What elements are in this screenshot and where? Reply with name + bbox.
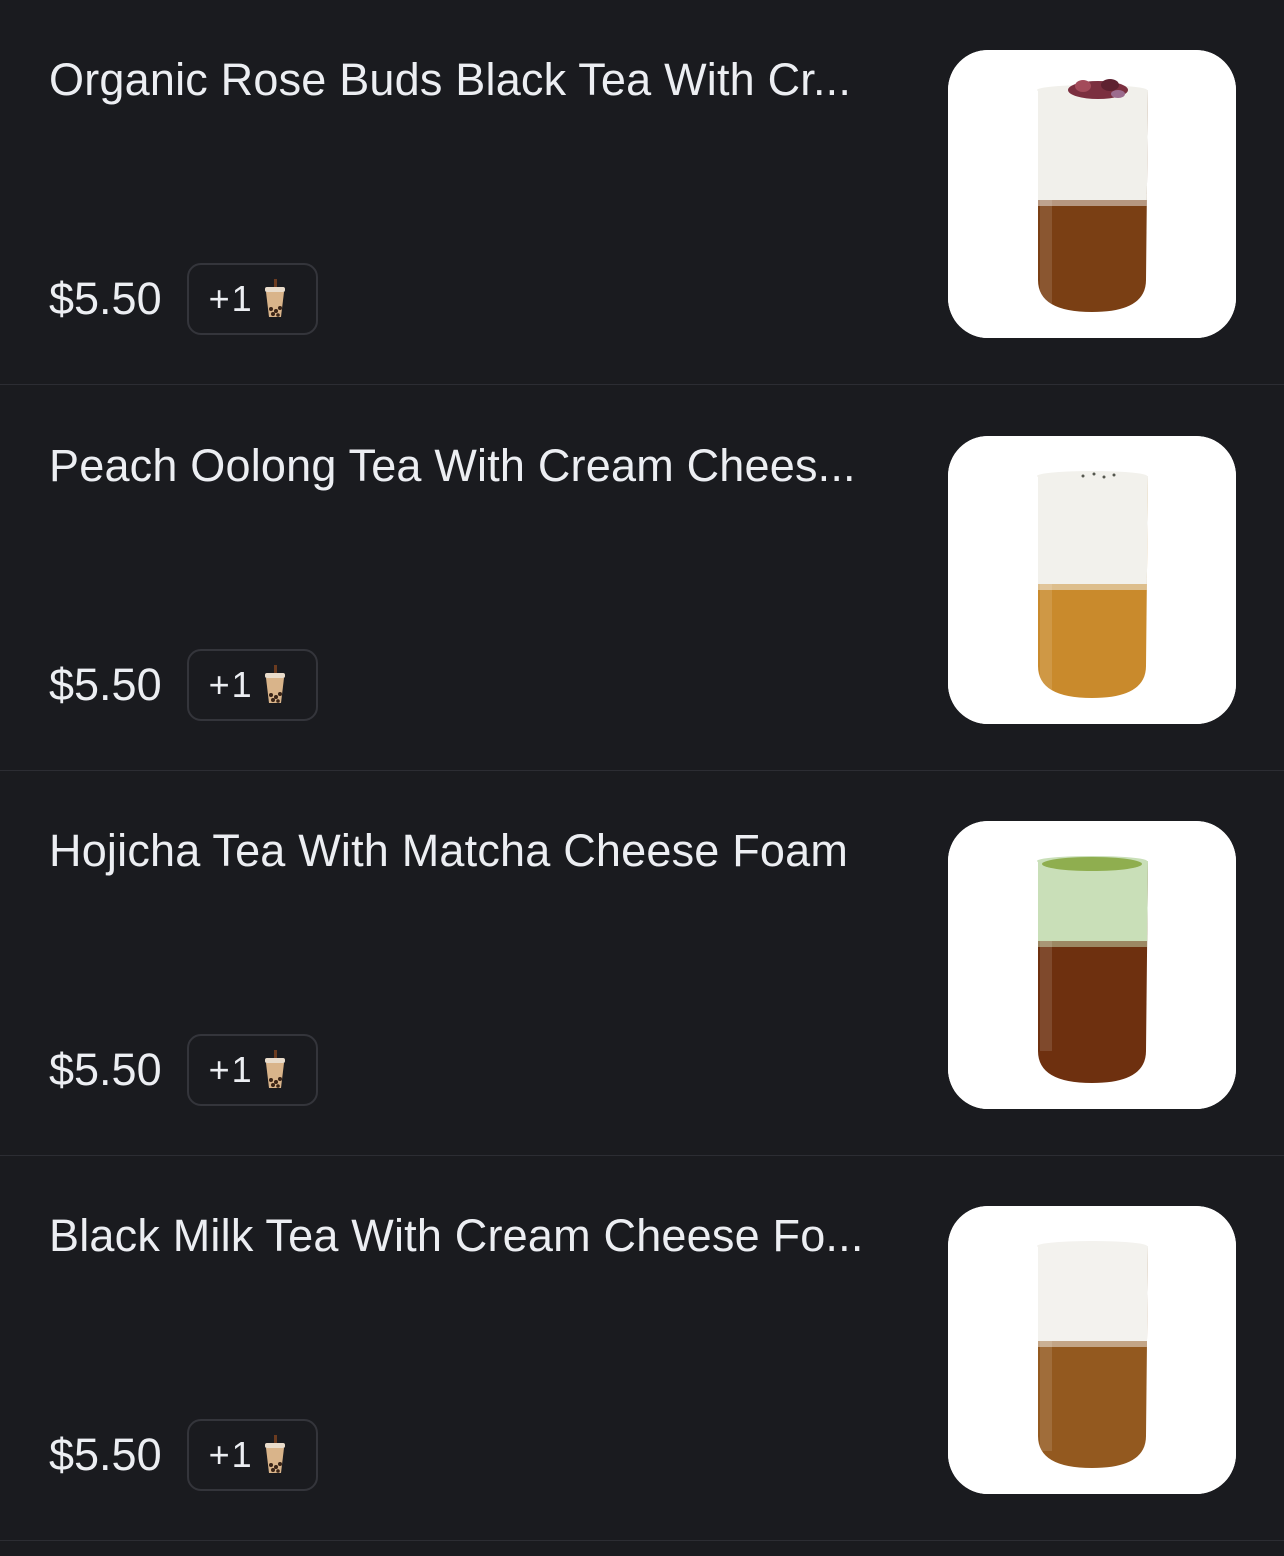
- drink-image[interactable]: [948, 436, 1236, 724]
- bubble-tea-icon: [262, 279, 288, 319]
- drink-image[interactable]: [948, 50, 1236, 338]
- addon-count: +1: [208, 1434, 254, 1475]
- price-row: $5.50 +1: [49, 1032, 318, 1108]
- item-price: $5.50: [49, 659, 162, 710]
- addon-badge[interactable]: +1: [186, 649, 318, 721]
- addon-count: +1: [208, 278, 254, 319]
- menu-item[interactable]: Peach Oolong Tea With Cream Chees... $5.…: [0, 386, 1284, 771]
- item-price: $5.50: [49, 273, 162, 324]
- addon-badge[interactable]: +1: [186, 1419, 318, 1491]
- addon-count: +1: [208, 664, 254, 705]
- bubble-tea-icon: [262, 1435, 288, 1475]
- item-name: Peach Oolong Tea With Cream Chees...: [49, 440, 856, 491]
- bubble-tea-icon: [262, 1050, 288, 1090]
- menu-item[interactable]: Hojicha Tea With Matcha Cheese Foam $5.5…: [0, 771, 1284, 1156]
- addon-badge[interactable]: +1: [186, 263, 318, 335]
- drink-image[interactable]: [948, 821, 1236, 1109]
- menu-item[interactable]: Organic Rose Buds Black Tea With Cr... $…: [0, 0, 1284, 385]
- item-name: Black Milk Tea With Cream Cheese Fo...: [49, 1210, 864, 1261]
- addon-count: +1: [208, 1049, 254, 1090]
- item-name: Hojicha Tea With Matcha Cheese Foam: [49, 825, 849, 876]
- menu-item-list: Organic Rose Buds Black Tea With Cr... $…: [0, 0, 1284, 1556]
- item-price: $5.50: [49, 1429, 162, 1480]
- drink-image[interactable]: [948, 1206, 1236, 1494]
- item-price: $5.50: [49, 1044, 162, 1095]
- price-row: $5.50 +1: [49, 261, 318, 337]
- bubble-tea-icon: [262, 665, 288, 705]
- price-row: $5.50 +1: [49, 1417, 318, 1493]
- addon-badge[interactable]: +1: [186, 1034, 318, 1106]
- menu-item[interactable]: Black Milk Tea With Cream Cheese Fo... $…: [0, 1156, 1284, 1541]
- price-row: $5.50 +1: [49, 647, 318, 723]
- item-name: Organic Rose Buds Black Tea With Cr...: [49, 54, 852, 105]
